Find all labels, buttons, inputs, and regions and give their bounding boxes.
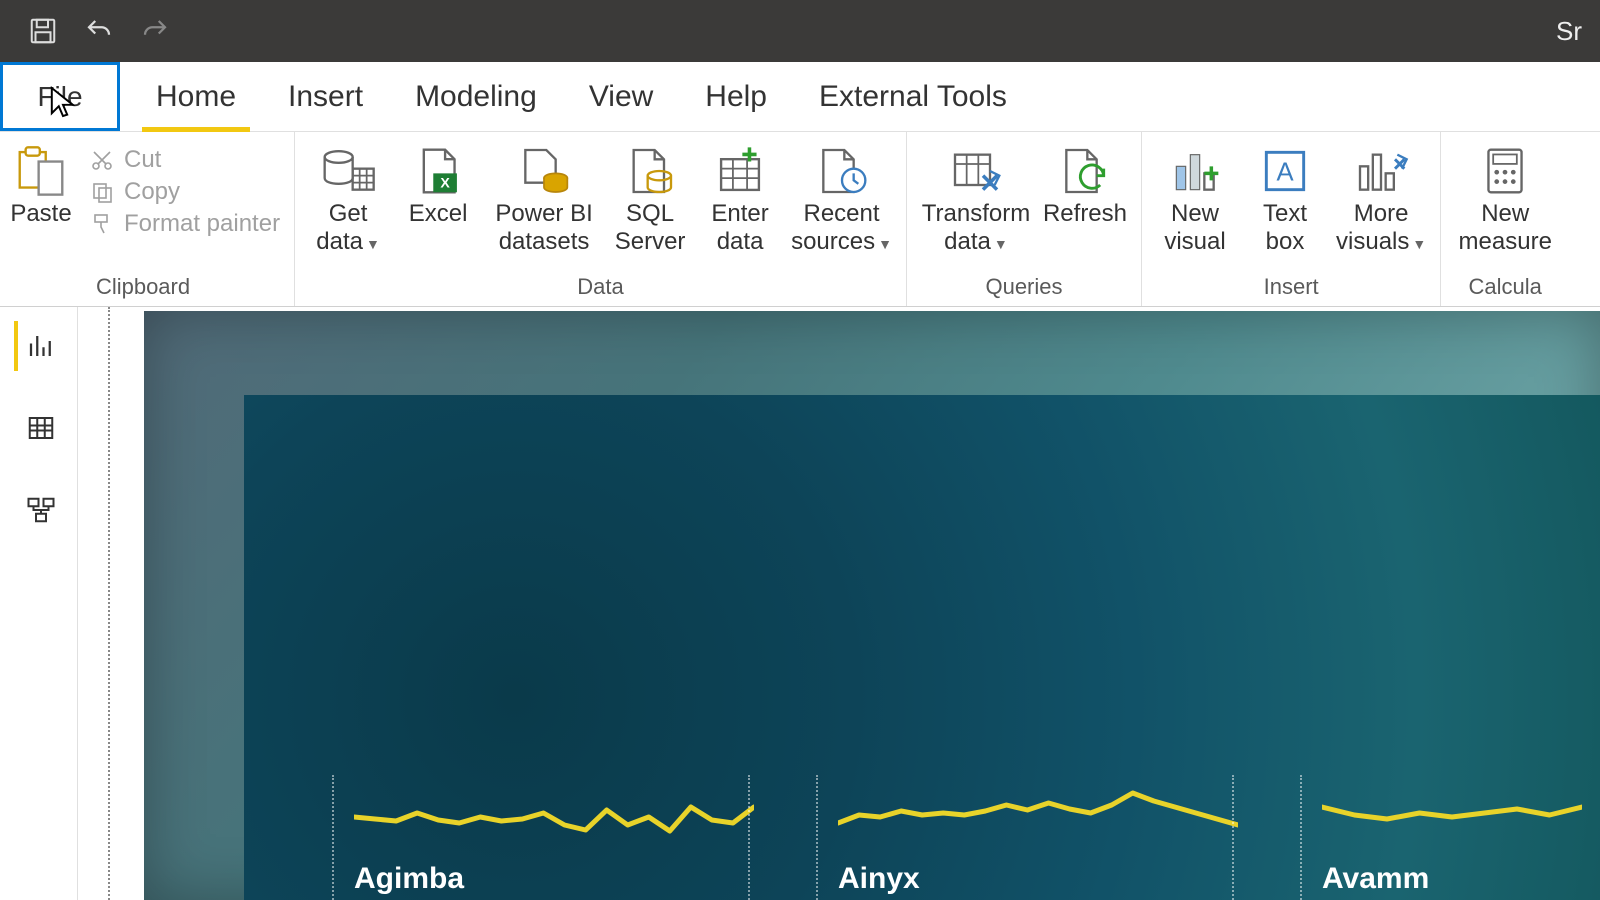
cut-icon	[90, 148, 114, 172]
separator	[1232, 775, 1234, 900]
title-right-text: Sr	[1556, 16, 1582, 47]
more-visuals-icon	[1353, 145, 1409, 197]
sparkline-label: Ainyx	[838, 862, 920, 896]
recent-sources-button[interactable]: Recent sources▼	[791, 138, 892, 258]
sparkline-label: Avamm	[1322, 862, 1429, 896]
calculator-icon	[1481, 145, 1529, 197]
paste-icon	[12, 145, 70, 197]
visual-container[interactable]: Agimba Ainyx Avamm	[244, 395, 1600, 900]
separator	[748, 775, 750, 900]
data-view-button[interactable]	[14, 403, 64, 453]
data-view-icon	[26, 413, 56, 443]
sparkline-agimba[interactable]: Agimba	[354, 775, 754, 860]
model-view-icon	[26, 495, 56, 525]
report-view-button[interactable]	[14, 321, 64, 371]
refresh-icon	[1057, 145, 1113, 197]
transform-data-icon	[948, 145, 1004, 197]
group-insert: New visual A Text box More visuals▼ Inse…	[1142, 132, 1441, 306]
powerbi-datasets-icon	[516, 145, 572, 197]
refresh-button[interactable]: Refresh	[1043, 138, 1127, 228]
undo-icon	[84, 16, 114, 46]
ribbon-tabs: File Home Insert Modeling View Help Exte…	[0, 62, 1600, 132]
tab-home[interactable]: Home	[130, 62, 262, 131]
tab-modeling[interactable]: Modeling	[389, 62, 563, 131]
copy-button[interactable]: Copy	[88, 178, 280, 206]
file-tab[interactable]: File	[0, 62, 120, 131]
sparkline-label: Agimba	[354, 862, 464, 896]
new-measure-button[interactable]: New measure	[1455, 138, 1555, 256]
database-icon	[320, 145, 376, 197]
more-visuals-button[interactable]: More visuals▼	[1336, 138, 1426, 258]
tab-help[interactable]: Help	[679, 62, 793, 131]
tab-insert[interactable]: Insert	[262, 62, 389, 131]
titlebar: Sr	[0, 0, 1600, 62]
sparkline-ainyx[interactable]: Ainyx	[838, 775, 1238, 860]
redo-icon	[140, 16, 170, 46]
vertical-ruler	[108, 307, 110, 900]
redo-button[interactable]	[130, 6, 180, 56]
format-painter-button[interactable]: Format painter	[88, 210, 280, 238]
ribbon: Paste Cut Copy Format painter Clipboard	[0, 132, 1600, 307]
page-background: Agimba Ainyx Avamm	[144, 311, 1600, 900]
copy-icon	[90, 180, 114, 204]
tab-view[interactable]: View	[563, 62, 679, 131]
report-view-icon	[26, 331, 56, 361]
paste-button[interactable]: Paste	[6, 138, 76, 228]
separator	[332, 775, 334, 900]
group-queries: Transform data▼ Refresh Queries	[907, 132, 1142, 306]
get-data-button[interactable]: Get data▼	[309, 138, 387, 258]
text-box-button[interactable]: A Text box	[1246, 138, 1324, 256]
sparkline-row: Agimba Ainyx Avamm	[354, 775, 1600, 860]
text-box-icon: A	[1257, 145, 1313, 197]
separator	[1300, 775, 1302, 900]
report-canvas-area[interactable]: Agimba Ainyx Avamm	[78, 307, 1600, 900]
model-view-button[interactable]	[14, 485, 64, 535]
cut-button[interactable]: Cut	[88, 146, 280, 174]
format-painter-icon	[90, 212, 114, 236]
save-button[interactable]	[18, 6, 68, 56]
excel-button[interactable]: X Excel	[399, 138, 477, 228]
tab-external-tools[interactable]: External Tools	[793, 62, 1033, 131]
excel-icon: X	[412, 145, 464, 197]
enter-data-icon	[714, 145, 766, 197]
group-calculations: New measure Calcula	[1441, 132, 1569, 306]
save-icon	[28, 16, 58, 46]
sql-server-icon	[622, 145, 678, 197]
undo-button[interactable]	[74, 6, 124, 56]
new-visual-button[interactable]: New visual	[1156, 138, 1234, 256]
sql-server-button[interactable]: SQL Server	[611, 138, 689, 256]
group-data: Get data▼ X Excel Power BI datasets SQL …	[295, 132, 907, 306]
new-visual-icon	[1167, 145, 1223, 197]
cursor-icon	[49, 85, 77, 119]
group-clipboard: Paste Cut Copy Format painter Clipboard	[0, 132, 295, 306]
enter-data-button[interactable]: Enter data	[701, 138, 779, 256]
powerbi-datasets-button[interactable]: Power BI datasets	[489, 138, 599, 256]
work-area: Agimba Ainyx Avamm	[0, 307, 1600, 900]
transform-data-button[interactable]: Transform data▼	[921, 138, 1031, 258]
separator	[816, 775, 818, 900]
svg-text:X: X	[440, 176, 450, 192]
recent-sources-icon	[814, 145, 870, 197]
svg-text:A: A	[1276, 158, 1294, 186]
sparkline-avamm[interactable]: Avamm	[1322, 775, 1582, 860]
view-navbar	[0, 307, 78, 900]
